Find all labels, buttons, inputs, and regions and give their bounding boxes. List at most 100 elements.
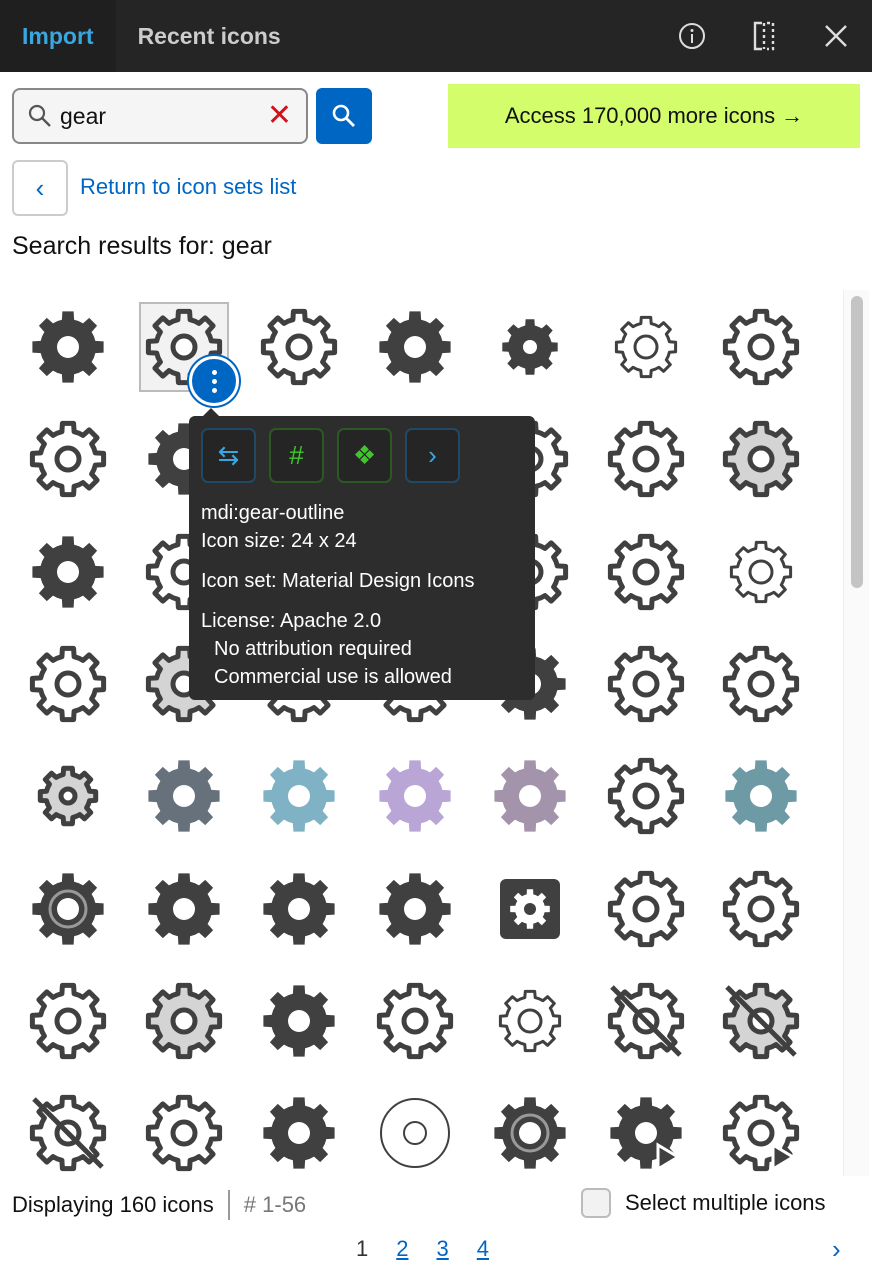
icon-cell[interactable] bbox=[23, 302, 113, 392]
select-multiple-checkbox[interactable] bbox=[581, 1188, 611, 1218]
commercial-note: Commercial use is allowed bbox=[214, 666, 452, 688]
pagination: 1 2 3 4 bbox=[356, 1236, 489, 1262]
icon-cell[interactable] bbox=[370, 302, 460, 392]
search-input[interactable] bbox=[60, 102, 250, 130]
tab-import[interactable]: Import bbox=[0, 0, 116, 72]
tab-recent-icons[interactable]: Recent icons bbox=[116, 0, 303, 72]
icon-cell[interactable] bbox=[601, 302, 691, 392]
chevron-left-icon: ‹ bbox=[35, 172, 45, 203]
attribution-note: No attribution required bbox=[214, 638, 412, 660]
icon-cell[interactable] bbox=[716, 864, 806, 954]
icon-cell[interactable] bbox=[254, 864, 344, 954]
results-title: Search results for: gear bbox=[12, 232, 272, 260]
split-view-icon[interactable] bbox=[748, 20, 780, 52]
close-icon[interactable] bbox=[820, 20, 852, 52]
gear-icon bbox=[607, 421, 684, 498]
icon-cell[interactable] bbox=[139, 864, 229, 954]
gear-icon bbox=[722, 982, 800, 1059]
select-multiple-toggle[interactable]: Select multiple icons bbox=[581, 1188, 826, 1218]
gear-icon bbox=[29, 645, 107, 722]
page-link[interactable]: 2 bbox=[396, 1236, 408, 1262]
icon-cell[interactable] bbox=[139, 976, 229, 1066]
icon-cell[interactable] bbox=[485, 864, 575, 954]
icon-cell[interactable] bbox=[139, 751, 229, 841]
gear-icon bbox=[32, 535, 104, 608]
components-icon[interactable]: ❖ bbox=[337, 428, 392, 483]
icon-cell[interactable] bbox=[601, 527, 691, 617]
gear-icon bbox=[263, 760, 335, 832]
icon-cell[interactable] bbox=[370, 1088, 460, 1176]
gear-icon bbox=[147, 872, 220, 945]
search-field[interactable]: ✕ bbox=[12, 88, 308, 144]
icon-cell[interactable] bbox=[716, 414, 806, 504]
search-icon bbox=[28, 104, 51, 127]
gear-icon bbox=[607, 982, 684, 1059]
icon-cell[interactable] bbox=[23, 1088, 113, 1176]
icon-cell[interactable] bbox=[23, 414, 113, 504]
icon-cell[interactable] bbox=[716, 639, 806, 729]
back-button[interactable]: ‹ bbox=[12, 160, 68, 216]
next-page-icon[interactable]: › bbox=[832, 1234, 841, 1265]
icon-cell[interactable] bbox=[23, 976, 113, 1066]
icon-cell[interactable] bbox=[485, 1088, 575, 1176]
gear-icon bbox=[607, 645, 684, 722]
gear-icon bbox=[32, 872, 104, 945]
hash-icon[interactable]: # bbox=[269, 428, 324, 483]
gear-icon bbox=[494, 1097, 566, 1169]
gear-icon bbox=[614, 315, 677, 379]
clear-search-icon[interactable]: ✕ bbox=[267, 101, 292, 131]
icon-cell[interactable] bbox=[485, 302, 575, 392]
chevron-right-icon[interactable]: › bbox=[405, 428, 460, 483]
gear-icon bbox=[722, 870, 800, 947]
return-to-icon-sets-link[interactable]: Return to icon sets list bbox=[80, 174, 296, 200]
icon-cell[interactable] bbox=[23, 527, 113, 617]
icon-cell[interactable] bbox=[23, 751, 113, 841]
icon-cell[interactable] bbox=[370, 751, 460, 841]
page-link[interactable]: 3 bbox=[437, 1236, 449, 1262]
gear-icon bbox=[722, 421, 800, 498]
search-button[interactable] bbox=[316, 88, 372, 144]
icon-cell[interactable] bbox=[254, 976, 344, 1066]
icon-cell[interactable] bbox=[485, 751, 575, 841]
gear-icon bbox=[378, 872, 451, 945]
gear-icon bbox=[145, 1094, 222, 1172]
icon-menu-button[interactable] bbox=[189, 356, 239, 406]
icon-cell[interactable] bbox=[254, 751, 344, 841]
icon-cell[interactable] bbox=[716, 976, 806, 1066]
icon-cell[interactable] bbox=[601, 1088, 691, 1176]
icon-cell[interactable] bbox=[716, 302, 806, 392]
icon-tooltip: ⇆ # ❖ › mdi:gear-outline Icon size: 24 x… bbox=[189, 408, 535, 700]
icon-cell[interactable] bbox=[601, 639, 691, 729]
icon-cell[interactable] bbox=[485, 976, 575, 1066]
search-icon bbox=[332, 104, 355, 127]
icon-cell[interactable] bbox=[716, 527, 806, 617]
select-multiple-label: Select multiple icons bbox=[625, 1190, 826, 1215]
icon-cell[interactable] bbox=[716, 751, 806, 841]
icon-cell[interactable] bbox=[370, 864, 460, 954]
gear-icon bbox=[722, 308, 800, 386]
icon-cell[interactable] bbox=[23, 639, 113, 729]
icon-size: Icon size: 24 x 24 bbox=[201, 530, 357, 552]
swap-arrows-icon[interactable]: ⇆ bbox=[201, 428, 256, 483]
icon-cell[interactable] bbox=[139, 1088, 229, 1176]
icon-cell[interactable] bbox=[601, 864, 691, 954]
gear-icon bbox=[378, 760, 451, 832]
icon-cell[interactable] bbox=[601, 414, 691, 504]
icon-set: Icon set: Material Design Icons bbox=[201, 570, 475, 592]
icon-cell[interactable] bbox=[716, 1088, 806, 1176]
icon-cell[interactable] bbox=[254, 302, 344, 392]
icon-cell[interactable] bbox=[370, 976, 460, 1066]
gear-icon bbox=[378, 311, 451, 383]
access-more-icons-button[interactable]: Access 170,000 more icons → bbox=[448, 84, 860, 148]
gear-icon bbox=[376, 982, 453, 1059]
info-icon[interactable] bbox=[676, 20, 708, 52]
icon-cell[interactable] bbox=[601, 976, 691, 1066]
icon-cell[interactable] bbox=[601, 751, 691, 841]
icon-cell[interactable] bbox=[23, 864, 113, 954]
icon-name: mdi:gear-outline bbox=[201, 502, 345, 524]
page-link[interactable]: 4 bbox=[477, 1236, 489, 1262]
scrollbar-thumb[interactable] bbox=[851, 296, 863, 588]
scrollbar[interactable] bbox=[843, 290, 869, 1176]
icon-cell[interactable] bbox=[254, 1088, 344, 1176]
gear-icon bbox=[29, 421, 107, 498]
